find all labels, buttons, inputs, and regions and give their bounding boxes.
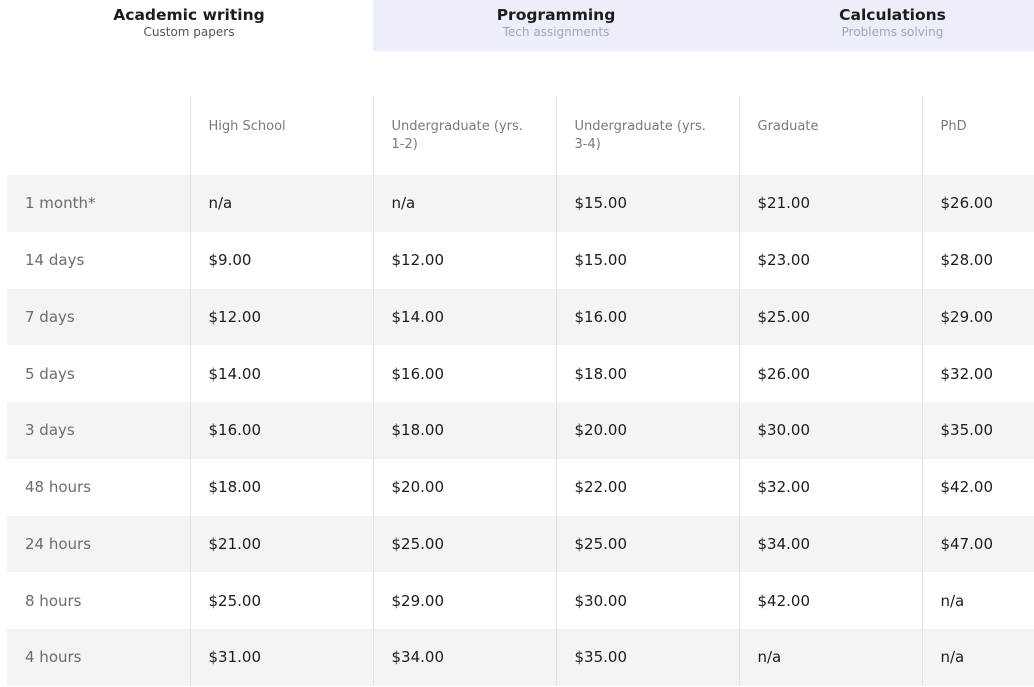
price-cell: n/a: [372, 175, 556, 232]
tab-title: Programming: [496, 6, 616, 24]
price-cell: $14.00: [372, 288, 556, 346]
tab-academic-writing[interactable]: Academic writing Custom papers: [0, 0, 373, 51]
price-cell: $18.00: [372, 402, 556, 459]
table-row: 8 hours $25.00 $29.00 $30.00 $42.00 n/a: [7, 572, 1034, 629]
price-cell: $25.00: [555, 515, 739, 573]
column-header-high-school: High School: [189, 96, 373, 175]
price-cell: $12.00: [372, 231, 556, 289]
price-cell: $34.00: [738, 515, 922, 573]
table-row: 5 days $14.00 $16.00 $18.00 $26.00 $32.0…: [7, 345, 1034, 402]
price-cell: $15.00: [555, 175, 739, 232]
table-row: 24 hours $21.00 $25.00 $25.00 $34.00 $47…: [7, 515, 1034, 573]
price-cell: $16.00: [372, 345, 556, 402]
column-header-graduate: Graduate: [738, 96, 922, 175]
price-cell: n/a: [738, 629, 922, 686]
tab-subtitle: Custom papers: [143, 25, 235, 39]
price-cell: $26.00: [738, 345, 922, 402]
price-cell: $26.00: [921, 175, 1034, 232]
tab-programming[interactable]: Programming Tech assignments: [373, 0, 739, 51]
tab-subtitle: Problems solving: [841, 25, 944, 39]
price-cell: $34.00: [372, 629, 556, 686]
column-header-phd: PhD: [921, 96, 1034, 175]
tab-title: Academic writing: [113, 6, 265, 24]
price-cell: $22.00: [555, 458, 739, 516]
price-cell: $29.00: [921, 288, 1034, 346]
price-cell: $25.00: [738, 288, 922, 346]
table-row: 4 hours $31.00 $34.00 $35.00 n/a n/a: [7, 629, 1034, 686]
price-table: High School Undergraduate (yrs. 1-2) Und…: [7, 96, 1034, 686]
price-cell: $21.00: [738, 175, 922, 232]
price-cell: $20.00: [372, 458, 556, 516]
table-row: 7 days $12.00 $14.00 $16.00 $25.00 $29.0…: [7, 288, 1034, 346]
price-cell: $32.00: [738, 458, 922, 516]
table-row: 1 month* n/a n/a $15.00 $21.00 $26.00: [7, 175, 1034, 232]
table-row: 48 hours $18.00 $20.00 $22.00 $32.00 $42…: [7, 458, 1034, 516]
deadline-cell: 8 hours: [7, 572, 190, 629]
deadline-cell: 4 hours: [7, 629, 190, 686]
price-cell: $15.00: [555, 231, 739, 289]
price-cell: $42.00: [921, 458, 1034, 516]
price-cell: $18.00: [555, 345, 739, 402]
price-cell: $18.00: [189, 458, 373, 516]
price-cell: $35.00: [555, 629, 739, 686]
tab-calculations[interactable]: Calculations Problems solving: [739, 0, 1034, 51]
table-header-row: High School Undergraduate (yrs. 1-2) Und…: [7, 96, 1034, 175]
price-cell: $30.00: [555, 572, 739, 629]
price-cell: $25.00: [372, 515, 556, 573]
price-cell: $21.00: [189, 515, 373, 573]
service-tabs: Academic writing Custom papers Programmi…: [0, 0, 1034, 51]
price-cell: $32.00: [921, 345, 1034, 402]
column-header-undergraduate-3-4: Undergraduate (yrs. 3-4): [555, 96, 739, 175]
column-header-undergraduate-1-2: Undergraduate (yrs. 1-2): [372, 96, 556, 175]
price-cell: n/a: [921, 629, 1034, 686]
price-cell: $25.00: [189, 572, 373, 629]
price-cell: $30.00: [738, 402, 922, 459]
price-cell: $35.00: [921, 402, 1034, 459]
price-cell: $23.00: [738, 231, 922, 289]
price-cell: $12.00: [189, 288, 373, 346]
price-cell: n/a: [921, 572, 1034, 629]
price-cell: n/a: [189, 175, 373, 232]
price-cell: $16.00: [555, 288, 739, 346]
price-cell: $14.00: [189, 345, 373, 402]
tab-subtitle: Tech assignments: [502, 25, 610, 39]
table-row: 3 days $16.00 $18.00 $20.00 $30.00 $35.0…: [7, 402, 1034, 459]
deadline-cell: 48 hours: [7, 458, 190, 516]
deadline-cell: 3 days: [7, 402, 190, 459]
deadline-cell: 1 month*: [7, 175, 190, 232]
price-cell: $42.00: [738, 572, 922, 629]
deadline-cell: 24 hours: [7, 515, 190, 573]
price-cell: $47.00: [921, 515, 1034, 573]
price-cell: $31.00: [189, 629, 373, 686]
table-row: 14 days $9.00 $12.00 $15.00 $23.00 $28.0…: [7, 231, 1034, 289]
price-cell: $28.00: [921, 231, 1034, 289]
deadline-cell: 14 days: [7, 231, 190, 289]
price-cell: $16.00: [189, 402, 373, 459]
deadline-cell: 7 days: [7, 288, 190, 346]
deadline-cell: 5 days: [7, 345, 190, 402]
price-cell: $20.00: [555, 402, 739, 459]
tab-title: Calculations: [839, 6, 946, 24]
column-header-deadline: [7, 96, 190, 175]
price-cell: $9.00: [189, 231, 373, 289]
price-cell: $29.00: [372, 572, 556, 629]
